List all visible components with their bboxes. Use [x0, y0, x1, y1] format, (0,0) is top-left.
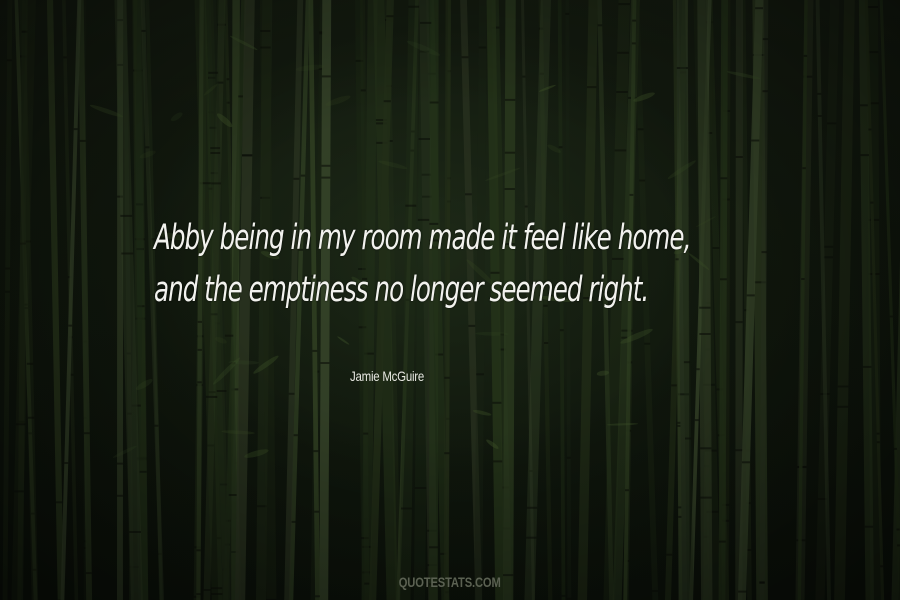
quote-image: Abby being in my room made it feel like … [0, 0, 900, 600]
site-watermark: QUOTESTATS.COM [0, 574, 900, 590]
watermark-text: QUOTESTATS.COM [399, 574, 501, 590]
quote-text: Abby being in my room made it feel like … [154, 212, 691, 316]
quote-author: Jamie McGuire [350, 368, 424, 384]
quote-line-2: and the emptiness no longer seemed right… [154, 270, 649, 310]
quote-line-1: Abby being in my room made it feel like … [154, 218, 691, 258]
